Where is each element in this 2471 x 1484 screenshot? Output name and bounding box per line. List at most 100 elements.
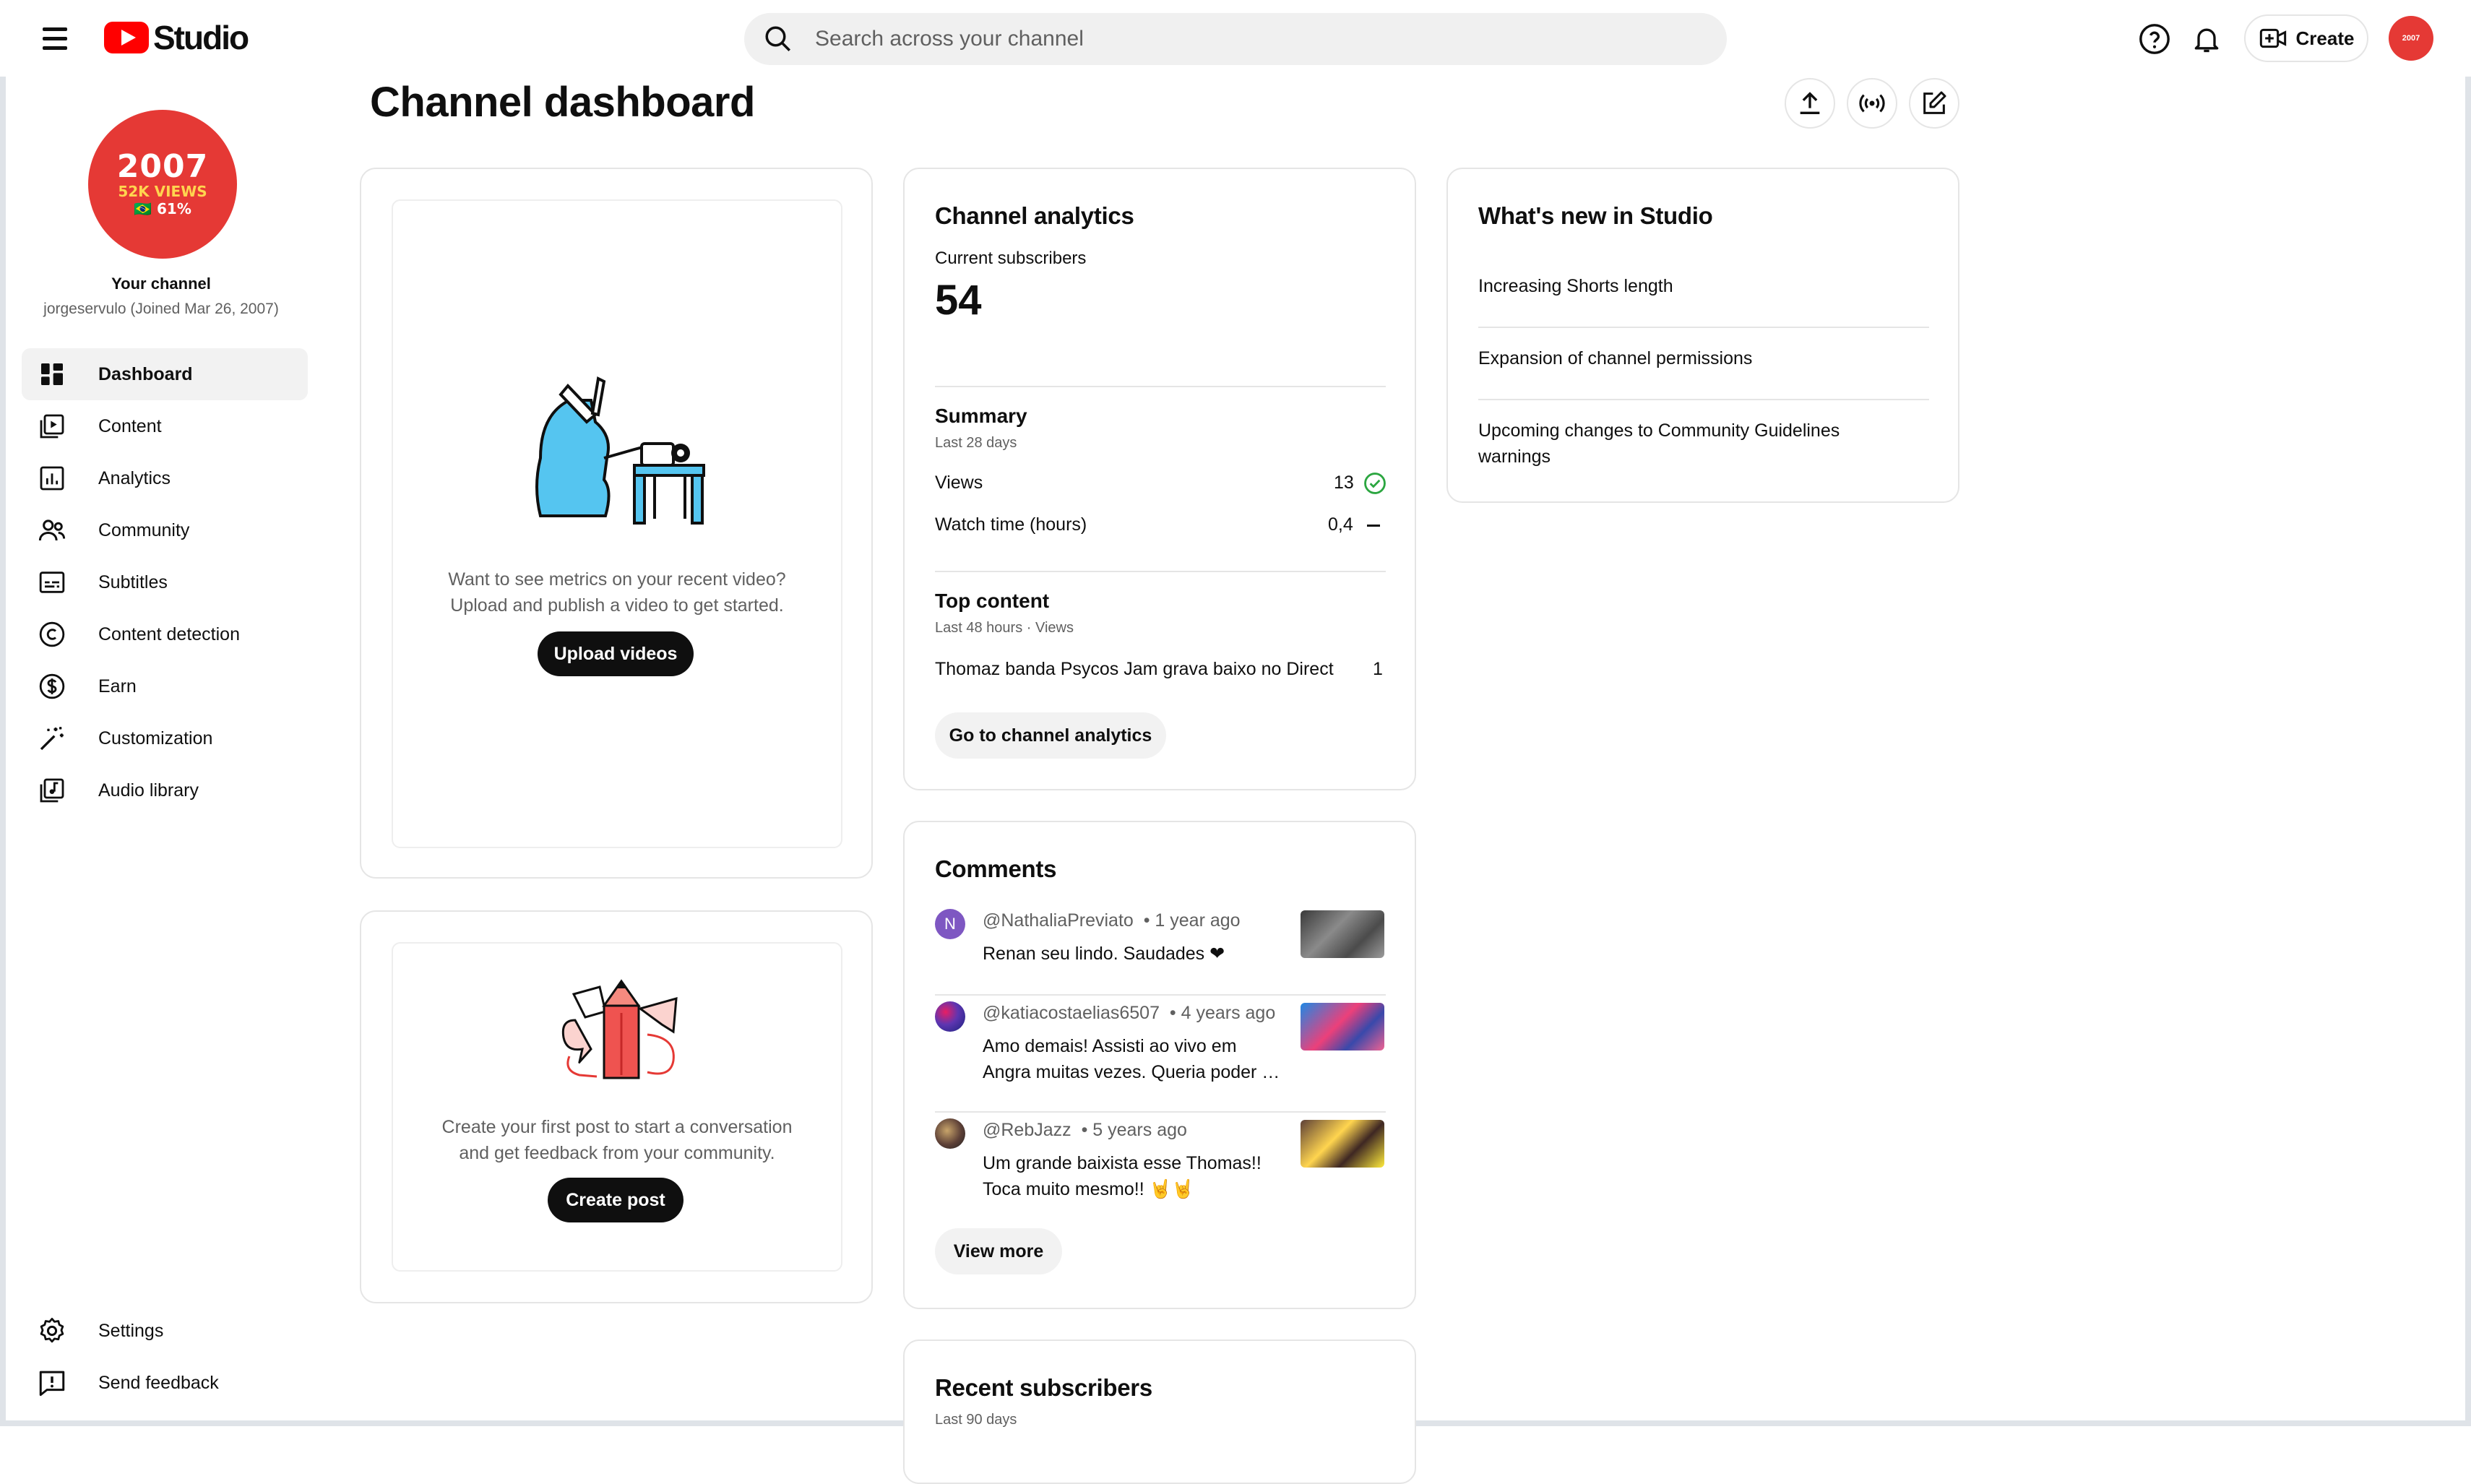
- go-to-analytics-button[interactable]: Go to channel analytics: [935, 712, 1166, 759]
- sidebar-item-earn[interactable]: Earn: [22, 660, 308, 712]
- summary-title: Summary: [935, 405, 1027, 427]
- watch-time-label: Watch time (hours): [935, 514, 1087, 535]
- check-icon: [1364, 473, 1386, 494]
- channel-avatar-line1: 2007: [116, 148, 209, 185]
- create-post-card: Create your first post to start a conver…: [360, 910, 873, 1303]
- upload-video-panel: Want to see metrics on your recent video…: [392, 199, 842, 848]
- post-prompt-line2: and get feedback from your community.: [459, 1143, 775, 1163]
- sidebar-item-label: Subtitles: [98, 571, 168, 592]
- comment-age: • 4 years ago: [1169, 1003, 1276, 1023]
- comment-text-line2: Toca muito mesmo!! 🤘🤘: [983, 1179, 1194, 1199]
- top-content-period: Last 48 hours · Views: [935, 620, 1074, 636]
- magic-wand-icon: [36, 722, 68, 754]
- upload-prompt-line1: Want to see metrics on your recent video…: [448, 569, 786, 590]
- comments-card: Comments N @NathaliaPreviato • 1 year ag…: [903, 821, 1416, 1309]
- video-thumbnail[interactable]: [1301, 910, 1384, 958]
- create-post-quick-button[interactable]: [1909, 78, 1959, 129]
- subscribers-label: Current subscribers: [935, 249, 1087, 268]
- sidebar-item-customization[interactable]: Customization: [22, 712, 308, 764]
- channel-handle: jorgeservulo (Joined Mar 26, 2007): [43, 301, 279, 317]
- comment-text-line1: Um grande baixista esse Thomas!!: [983, 1153, 1262, 1173]
- youtube-play-icon: [104, 22, 149, 53]
- search-icon: [765, 26, 790, 51]
- feedback-icon: [36, 1367, 68, 1399]
- copyright-icon: [36, 618, 68, 650]
- sidebar-item-content-detection[interactable]: Content detection: [22, 608, 308, 660]
- sidebar-item-analytics[interactable]: Analytics: [22, 452, 308, 504]
- sidebar-item-community[interactable]: Community: [22, 504, 308, 556]
- content-icon: [36, 410, 68, 442]
- comment-handle[interactable]: @RebJazz • 5 years ago: [983, 1120, 1187, 1141]
- dashboard-icon: [36, 358, 68, 390]
- comment-text-line1: Amo demais! Assisti ao vivo em: [983, 1036, 1237, 1056]
- page-title: Channel dashboard: [370, 79, 755, 126]
- whats-new-item[interactable]: Expansion of channel permissions: [1478, 348, 1752, 369]
- sidebar-bottom-nav: Settings Send feedback: [22, 1305, 308, 1409]
- comment-age: • 1 year ago: [1143, 910, 1241, 931]
- top-content-title: Top content: [935, 590, 1050, 612]
- sidebar-item-settings[interactable]: Settings: [22, 1305, 308, 1357]
- sidebar-item-label: Settings: [98, 1320, 164, 1341]
- upload-button[interactable]: [1785, 78, 1835, 129]
- commenter-avatar[interactable]: [935, 1001, 965, 1032]
- sidebar-item-label: Dashboard: [98, 363, 193, 384]
- whats-new-item[interactable]: Increasing Shorts length: [1478, 276, 1673, 297]
- account-avatar-text: 2007: [2402, 33, 2420, 43]
- upload-video-card: Want to see metrics on your recent video…: [360, 168, 873, 879]
- divider: [1478, 399, 1929, 400]
- search-bar[interactable]: [744, 13, 1727, 65]
- sidebar-item-label: Analytics: [98, 467, 171, 488]
- whats-new-item[interactable]: Upcoming changes to Community Guidelines: [1478, 420, 1840, 441]
- upload-videos-button[interactable]: Upload videos: [538, 631, 694, 676]
- whats-new-item-continued[interactable]: warnings: [1478, 447, 1551, 467]
- sidebar-item-subtitles[interactable]: Subtitles: [22, 556, 308, 608]
- analytics-icon: [36, 462, 68, 494]
- comments-title: Comments: [935, 855, 1057, 882]
- search-input[interactable]: [814, 26, 1608, 52]
- sidebar-item-label: Community: [98, 519, 190, 540]
- sidebar-item-send-feedback[interactable]: Send feedback: [22, 1357, 308, 1409]
- sidebar-item-content[interactable]: Content: [22, 400, 308, 452]
- analytics-title: Channel analytics: [935, 202, 1134, 229]
- create-label: Create: [2295, 27, 2355, 49]
- recent-subscribers-card: Recent subscribers Last 90 days: [903, 1340, 1416, 1484]
- channel-avatar-line3: 🇧🇷 61%: [134, 200, 191, 217]
- comment-handle-text: @NathaliaPreviato: [983, 910, 1134, 931]
- upload-icon: [1800, 92, 1820, 114]
- channel-avatar[interactable]: 2007 52K VIEWS 🇧🇷 61%: [88, 110, 237, 259]
- video-thumbnail[interactable]: [1301, 1120, 1384, 1168]
- summary-period: Last 28 days: [935, 435, 1017, 451]
- comment-age: • 5 years ago: [1081, 1120, 1187, 1140]
- live-broadcast-icon: [1859, 94, 1885, 113]
- menu-icon[interactable]: [35, 22, 75, 55]
- create-post-button[interactable]: Create post: [548, 1178, 683, 1222]
- commenter-avatar[interactable]: N: [935, 909, 965, 939]
- help-icon[interactable]: [2134, 19, 2175, 59]
- account-avatar[interactable]: 2007: [2389, 16, 2433, 61]
- divider: [935, 571, 1386, 572]
- sidebar-item-dashboard[interactable]: Dashboard: [22, 348, 308, 400]
- comment-text-line2: Angra muitas vezes. Queria poder …: [983, 1062, 1280, 1082]
- sidebar-item-audio-library[interactable]: Audio library: [22, 764, 308, 816]
- sidebar-item-label: Content detection: [98, 624, 240, 644]
- comment-handle[interactable]: @NathaliaPreviato • 1 year ago: [983, 910, 1241, 931]
- notifications-bell-icon[interactable]: [2186, 19, 2227, 59]
- upload-prompt-line2: Upload and publish a video to get starte…: [450, 595, 784, 616]
- sidebar-item-label: Customization: [98, 728, 213, 749]
- logo-text: Studio: [153, 19, 249, 56]
- sidebar: 2007 52K VIEWS 🇧🇷 61% Your channel jorge…: [6, 77, 316, 1420]
- comment-handle-text: @RebJazz: [983, 1120, 1071, 1140]
- divider: [935, 994, 1386, 996]
- video-thumbnail[interactable]: [1301, 1003, 1384, 1051]
- comment-handle[interactable]: @katiacostaelias6507 • 4 years ago: [983, 1003, 1275, 1024]
- audio-library-icon: [36, 775, 68, 806]
- sidebar-item-label: Earn: [98, 676, 137, 696]
- view-more-comments-button[interactable]: View more: [935, 1228, 1062, 1274]
- commenter-avatar[interactable]: [935, 1118, 965, 1149]
- views-value: 13: [1334, 473, 1354, 493]
- create-button[interactable]: Create: [2244, 14, 2368, 62]
- go-live-button[interactable]: [1847, 78, 1897, 129]
- studio-logo[interactable]: Studio: [104, 17, 249, 58]
- top-content-video-title[interactable]: Thomaz banda Psycos Jam grava baixo no D…: [935, 659, 1340, 680]
- comment-handle-text: @katiacostaelias6507: [983, 1003, 1160, 1023]
